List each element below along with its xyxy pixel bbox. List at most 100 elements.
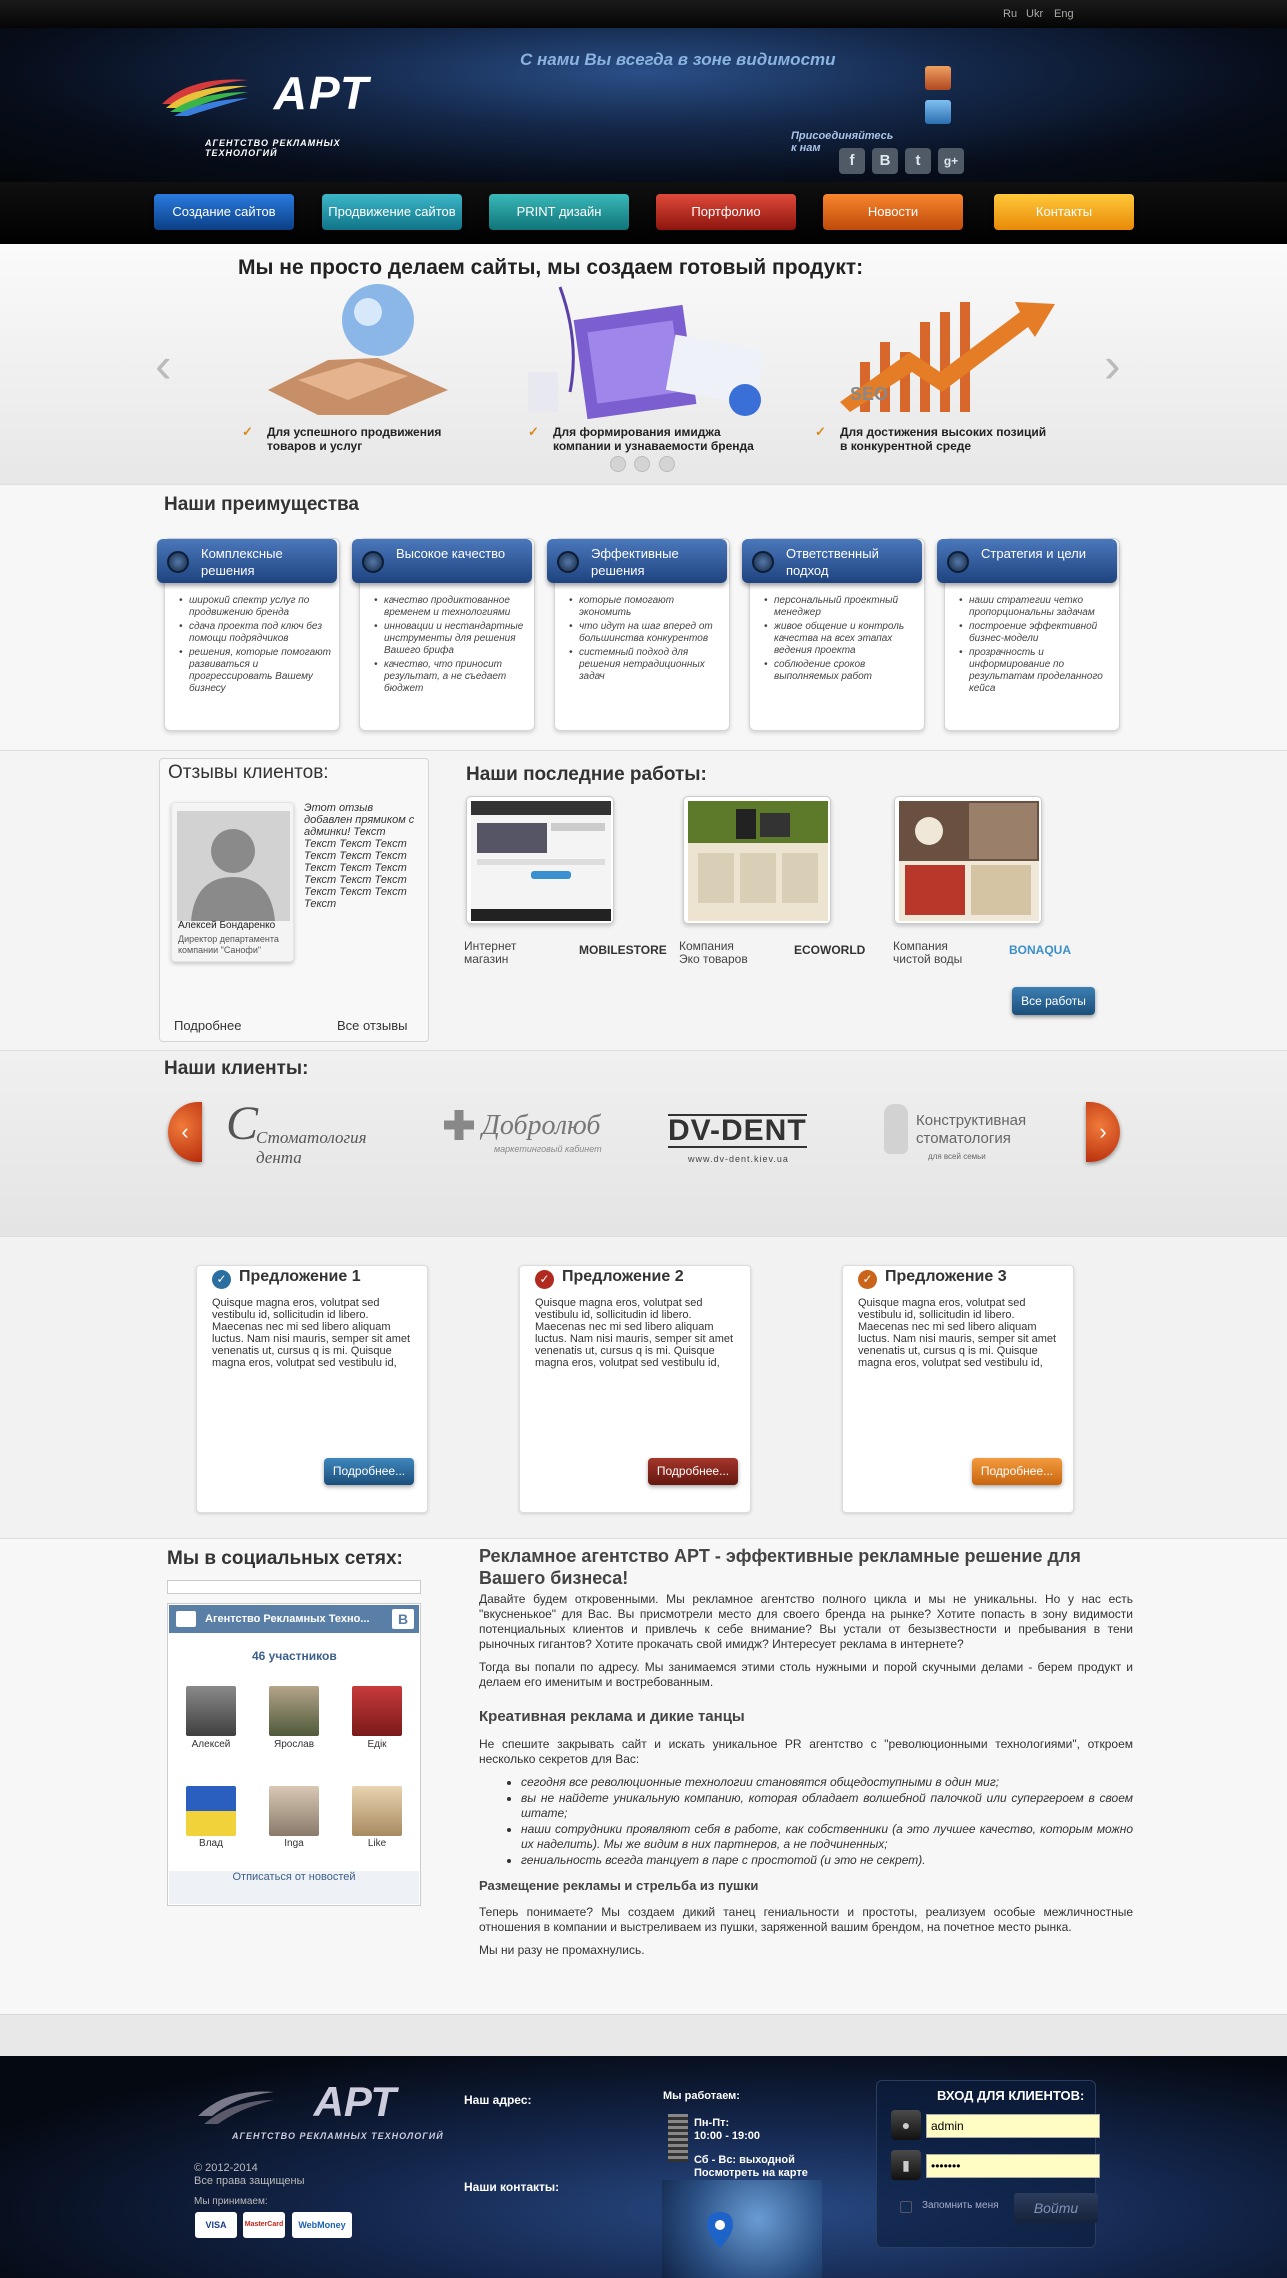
nav-contacts[interactable]: Контакты: [994, 194, 1134, 230]
payment-label: Мы принимаем:: [194, 2196, 268, 2207]
slider-dot-2[interactable]: [634, 456, 650, 472]
page: Ru Ukr Eng АРТ АГЕНТСТВО РЕКЛАМНЫХ ТЕХНО…: [0, 0, 1287, 2278]
user-icon: ●: [891, 2110, 921, 2140]
copyright: © 2012-2014 Все права защищены: [194, 2162, 305, 2187]
avatar[interactable]: [269, 1686, 319, 1736]
offer-1-more-button[interactable]: Подробнее...: [324, 1458, 414, 1485]
reviews-title: Отзывы клиентов:: [168, 762, 329, 783]
advantages-title: Наши преимущества: [164, 494, 360, 515]
facebook-icon[interactable]: f: [839, 148, 865, 174]
nav-news[interactable]: Новости: [823, 194, 963, 230]
review-text: Этот отзыв добавлен прямиком с админки! …: [304, 802, 415, 910]
works-title: Наши последние работы:: [466, 764, 707, 785]
offer-2-more-button[interactable]: Подробнее...: [648, 1458, 738, 1485]
all-reviews-link[interactable]: Все отзывы: [337, 1018, 407, 1033]
member-name[interactable]: Like: [347, 1838, 407, 1849]
reviewer-name: Алексей Бондаренко: [178, 920, 276, 931]
avatar[interactable]: [186, 1786, 236, 1836]
list-item: сегодня все революционные технологии ста…: [521, 1775, 1133, 1790]
work-description: Интернет магазин: [464, 939, 517, 966]
avatar[interactable]: [269, 1786, 319, 1836]
banner-title: Мы не просто делаем сайты, мы создаем го…: [238, 256, 864, 279]
vkontakte-icon[interactable]: B: [872, 148, 898, 174]
avatar[interactable]: [186, 1686, 236, 1736]
login-title: ВХОД ДЛЯ КЛИЕНТОВ:: [937, 2088, 1085, 2103]
offer-title: Предложение 2: [562, 1268, 684, 1285]
map-link[interactable]: Посмотреть на карте: [694, 2167, 824, 2180]
client-logo: DV-DENT www.dv-dent.kiev.ua: [668, 1114, 807, 1164]
lang-ukr[interactable]: Ukr: [1026, 8, 1043, 20]
advantage-card: Высокое качество качество продиктованное…: [352, 538, 535, 731]
sitemap-icon[interactable]: [925, 100, 951, 124]
username-input[interactable]: admin: [926, 2114, 1100, 2138]
member-name[interactable]: Ярослав: [264, 1739, 324, 1750]
all-works-button[interactable]: Все работы: [1012, 987, 1095, 1015]
vk-member-count[interactable]: 46 участников: [252, 1649, 337, 1663]
work-name[interactable]: BONAQUA: [1009, 943, 1071, 957]
work-name[interactable]: ECOWORLD: [794, 943, 865, 957]
circle-icon: [752, 551, 774, 573]
member-name[interactable]: Влад: [181, 1838, 241, 1849]
vk-icon[interactable]: B: [392, 1609, 414, 1629]
login-button[interactable]: Войти: [1014, 2193, 1098, 2223]
footer-logo[interactable]: АРТ: [196, 2078, 396, 2138]
avatar[interactable]: [352, 1686, 402, 1736]
article-paragraph: Тогда вы попали по адресу. Мы занимаемся…: [479, 1660, 1133, 1689]
nav-create-sites[interactable]: Создание сайтов: [154, 194, 294, 230]
twitter-icon[interactable]: t: [905, 148, 931, 174]
review-more-link[interactable]: Подробнее: [174, 1018, 241, 1033]
nav-portfolio[interactable]: Портфолио: [656, 194, 796, 230]
slider-dot-3[interactable]: [659, 456, 675, 472]
lang-ru[interactable]: Ru: [1003, 8, 1017, 20]
work-thumbnail-mobilestore[interactable]: [466, 796, 614, 924]
remember-checkbox[interactable]: [900, 2201, 912, 2213]
work-name[interactable]: MOBILESTORE: [579, 943, 667, 957]
vk-group-title[interactable]: Агентство Рекламных Техно...: [169, 1605, 419, 1633]
password-input[interactable]: •••••••: [926, 2154, 1100, 2178]
advantage-card: Комплексные решения широкий спектр услуг…: [157, 538, 340, 731]
growth-chart-image: SEO: [820, 282, 1070, 422]
offer-text: Quisque magna eros, volutpat sed vestibu…: [212, 1297, 411, 1369]
logo[interactable]: АРТ АГЕНТСТВО РЕКЛАМНЫХ ТЕХНОЛОГИЙ: [160, 66, 380, 158]
lang-eng[interactable]: Eng: [1054, 8, 1074, 20]
banner-next-arrow[interactable]: ›: [1104, 340, 1134, 390]
article-paragraph: Давайте будем откровенными. Мы рекламное…: [479, 1592, 1133, 1651]
cross-icon: [444, 1110, 474, 1140]
nav-promotion[interactable]: Продвижение сайтов: [322, 194, 462, 230]
work-thumbnail-ecoworld[interactable]: [683, 796, 831, 924]
handshake-image: [238, 280, 478, 420]
work-thumbnail-bonaqua[interactable]: [894, 796, 1042, 924]
article-heading: Креативная реклама и дикие танцы: [479, 1708, 745, 1725]
member-name[interactable]: Едік: [347, 1739, 407, 1750]
weekdays-time: 10:00 - 19:00: [694, 2130, 761, 2142]
banner-caption-2: Для формирования имиджа компании и узнава…: [553, 425, 754, 453]
banner-prev-arrow[interactable]: ‹: [155, 340, 185, 390]
social-title: Мы в социальных сетях:: [167, 1548, 403, 1569]
remember-label: Запомнить меня: [922, 2200, 999, 2211]
weekdays-label: Пн-Пт:: [694, 2117, 730, 2129]
circle-icon: [167, 551, 189, 573]
google-plus-icon[interactable]: g+: [938, 148, 964, 174]
bookmark-icon[interactable]: [925, 66, 951, 90]
unsubscribe-link[interactable]: Отписаться от новостей: [169, 1871, 419, 1904]
check-icon: ✓: [528, 424, 539, 439]
member-name[interactable]: Алексей: [181, 1739, 241, 1750]
nav-print-design[interactable]: PRINT дизайн: [489, 194, 629, 230]
article-paragraph: Мы ни разу не промахнулись.: [479, 1943, 645, 1957]
map-preview[interactable]: [662, 2180, 822, 2278]
slider-dot-1[interactable]: [610, 456, 626, 472]
circle-icon: [947, 551, 969, 573]
advantage-card: Эффективные решения которые помогают эко…: [547, 538, 730, 731]
circle-icon: [362, 551, 384, 573]
check-icon: ✓: [815, 424, 826, 439]
avatar[interactable]: [352, 1786, 402, 1836]
check-circle-icon: ✓: [535, 1270, 554, 1289]
offer-3-more-button[interactable]: Подробнее...: [972, 1458, 1062, 1485]
work-description: Компания чистой воды: [893, 939, 963, 966]
member-name[interactable]: Inga: [264, 1838, 324, 1849]
offer-title: Предложение 1: [239, 1268, 361, 1285]
article-paragraph: Теперь понимаете? Мы создаем дикий танец…: [479, 1905, 1133, 1934]
offer-text: Quisque magna eros, volutpat sed vestibu…: [535, 1297, 734, 1369]
banner-caption-3: Для достижения высоких позиций в конкурен…: [840, 425, 1047, 453]
article-list: сегодня все революционные технологии ста…: [521, 1775, 1133, 1868]
